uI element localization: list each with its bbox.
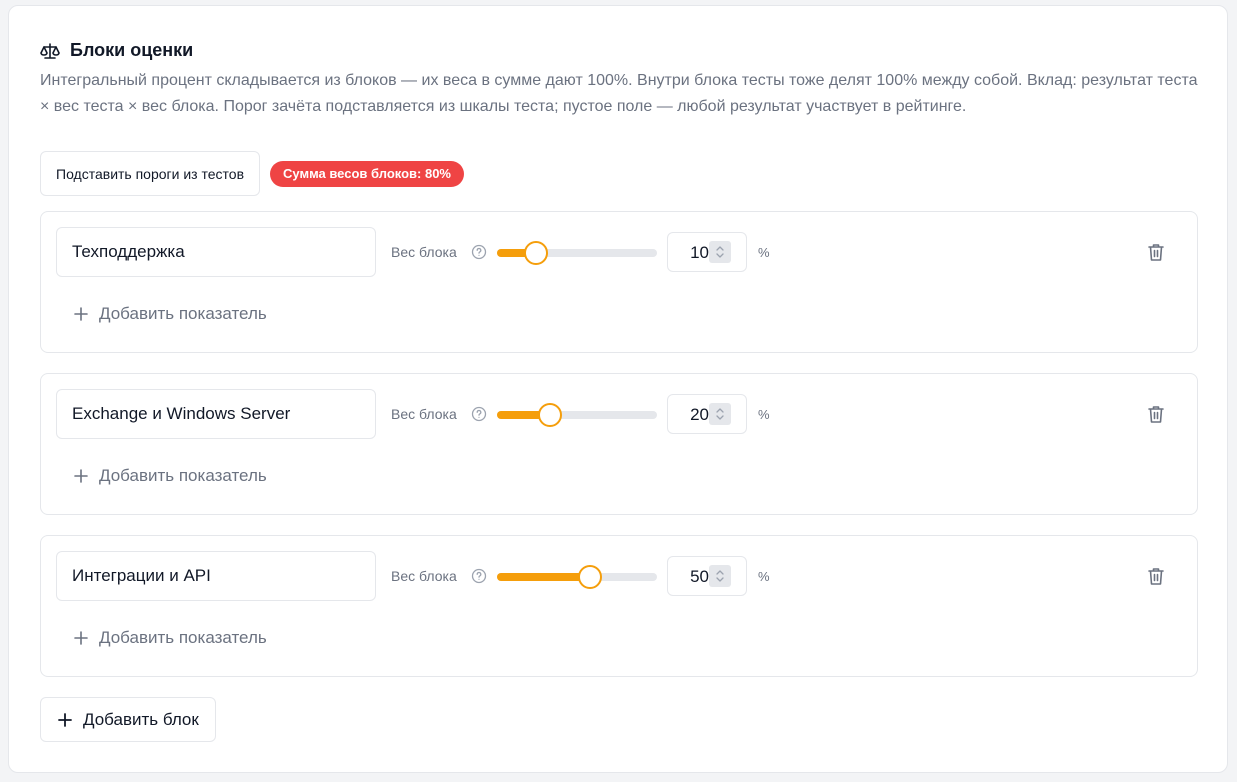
delete-block-icon[interactable] <box>1147 566 1165 591</box>
plus-icon <box>74 469 88 483</box>
block-weight-input[interactable]: 10 <box>667 232 747 272</box>
apply-thresholds-button[interactable]: Подставить пороги из тестов <box>40 151 261 196</box>
score-block: Вес блока 20 % Добавить показатель <box>40 373 1198 515</box>
section-title: Блоки оценки <box>70 40 194 60</box>
block-weight-value: 50 <box>690 567 709 586</box>
section-header: Блоки оценки <box>40 40 193 61</box>
section-description: Интегральный процент складывается из бло… <box>40 72 1198 115</box>
add-block-button[interactable]: Добавить блок <box>40 697 216 742</box>
percent-unit: % <box>758 569 770 584</box>
add-indicator-button[interactable]: Добавить показатель <box>73 304 267 324</box>
block-weight-slider[interactable] <box>497 241 657 265</box>
scoring-blocks-card: Блоки оценки Интегральный процент склады… <box>8 5 1228 773</box>
block-weight-label: Вес блока <box>391 568 457 584</box>
block-weight-slider[interactable] <box>497 403 657 427</box>
add-indicator-button[interactable]: Добавить показатель <box>73 628 267 648</box>
add-block-label: Добавить блок <box>83 709 199 729</box>
block-weight-input[interactable]: 20 <box>667 394 747 434</box>
plus-icon <box>74 631 88 645</box>
number-stepper[interactable] <box>709 565 731 587</box>
add-indicator-label: Добавить показатель <box>99 304 267 323</box>
block-weight-value: 10 <box>690 243 709 262</box>
scale-icon <box>40 42 60 60</box>
block-name-input[interactable] <box>56 389 376 439</box>
slider-thumb[interactable] <box>537 403 562 427</box>
block-weight-label: Вес блока <box>391 406 457 422</box>
delete-block-icon[interactable] <box>1147 404 1165 429</box>
slider-thumb[interactable] <box>524 241 549 265</box>
score-block: Вес блока 10 % Добавить показатель <box>40 211 1198 353</box>
help-icon[interactable] <box>471 406 487 427</box>
slider-thumb[interactable] <box>578 565 602 589</box>
number-stepper[interactable] <box>709 403 731 425</box>
slider-fill <box>497 573 590 581</box>
help-icon[interactable] <box>471 244 487 265</box>
block-name-input[interactable] <box>56 227 376 277</box>
block-weight-slider[interactable] <box>497 565 657 589</box>
block-name-input[interactable] <box>56 551 376 601</box>
percent-unit: % <box>758 407 770 422</box>
weights-sum-badge: Сумма весов блоков: 80% <box>270 160 464 187</box>
number-stepper[interactable] <box>709 241 731 263</box>
block-weight-value: 20 <box>690 405 709 424</box>
score-block: Вес блока 50 % Добавить показатель <box>40 535 1198 677</box>
help-icon[interactable] <box>471 568 487 589</box>
block-weight-label: Вес блока <box>391 244 457 260</box>
plus-icon <box>74 307 88 321</box>
percent-unit: % <box>758 245 770 260</box>
add-indicator-label: Добавить показатель <box>99 628 267 647</box>
add-indicator-label: Добавить показатель <box>99 466 267 485</box>
add-indicator-button[interactable]: Добавить показатель <box>73 466 267 486</box>
toolbar: Подставить пороги из тестов Сумма весов … <box>40 151 464 196</box>
delete-block-icon[interactable] <box>1147 242 1165 267</box>
plus-icon <box>58 712 72 727</box>
block-weight-input[interactable]: 50 <box>667 556 747 596</box>
